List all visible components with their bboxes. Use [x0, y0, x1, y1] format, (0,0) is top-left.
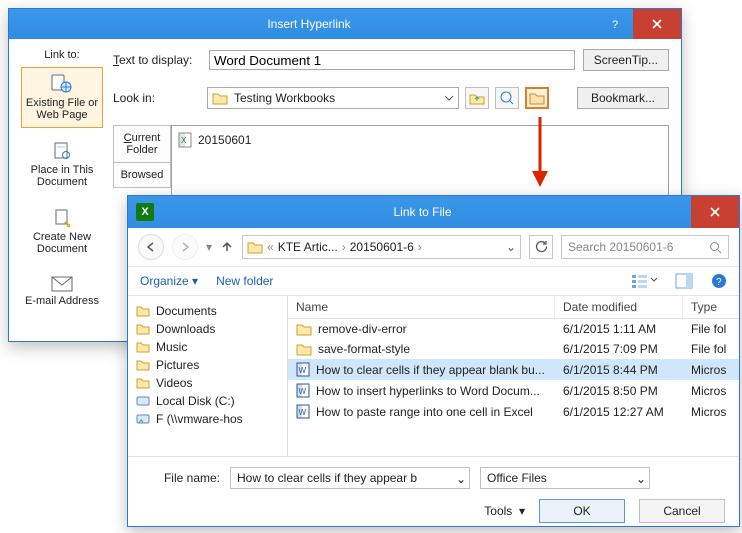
- titlebar[interactable]: X Link to File: [128, 196, 739, 228]
- browse-web-button[interactable]: [495, 87, 519, 109]
- new-folder-button[interactable]: New folder: [216, 274, 273, 288]
- svg-text:?: ?: [716, 277, 722, 288]
- dialog-title: Insert Hyperlink: [19, 17, 599, 31]
- close-button[interactable]: [691, 196, 739, 228]
- subtab-current-folder[interactable]: CurrentFolder Current Folder: [113, 125, 171, 163]
- folder-tree[interactable]: Documents Downloads Music Pictures Video…: [128, 296, 288, 456]
- tab-create-new-document[interactable]: Create New Document: [21, 201, 103, 262]
- ok-button[interactable]: OK: [539, 499, 625, 523]
- column-name[interactable]: Name: [288, 296, 555, 318]
- tools-button[interactable]: Tools ▾: [484, 504, 525, 518]
- refresh-button[interactable]: [529, 235, 553, 259]
- recent-locations-button[interactable]: ▾: [206, 240, 212, 254]
- column-type[interactable]: Type: [683, 296, 739, 318]
- file-item[interactable]: X 20150601: [176, 130, 664, 150]
- svg-text:?: ?: [612, 19, 618, 30]
- tree-node[interactable]: Documents: [136, 302, 279, 320]
- excel-app-icon: X: [136, 203, 154, 221]
- tree-node[interactable]: Local Disk (C:): [136, 392, 279, 410]
- titlebar[interactable]: Insert Hyperlink ?: [9, 9, 681, 39]
- list-item[interactable]: save-format-style 6/1/2015 7:09 PM File …: [288, 339, 739, 359]
- list-item[interactable]: WHow to insert hyperlinks to Word Docum.…: [288, 380, 739, 401]
- help-icon[interactable]: ?: [711, 273, 727, 289]
- file-list[interactable]: Name Date modified Type remove-div-error…: [288, 296, 739, 456]
- tab-place-in-document[interactable]: Place in This Document: [21, 134, 103, 195]
- text-to-display-input[interactable]: [209, 50, 575, 70]
- up-button[interactable]: [220, 240, 234, 254]
- screentip-button[interactable]: ScreenTip...: [583, 49, 669, 71]
- svg-text:W: W: [299, 408, 307, 417]
- column-date[interactable]: Date modified: [555, 296, 683, 318]
- tab-existing-file[interactable]: Existing File or Web Page: [21, 67, 103, 128]
- chevron-down-icon: ⌄: [456, 472, 466, 486]
- close-button[interactable]: [633, 9, 681, 39]
- linkto-label: Link to:: [21, 49, 103, 61]
- toolbar: Organize ▾ New folder ?: [128, 267, 739, 296]
- chevron-down-icon: [444, 93, 454, 103]
- tree-node[interactable]: Downloads: [136, 320, 279, 338]
- chevron-down-icon[interactable]: ⌄: [506, 240, 516, 254]
- search-input[interactable]: Search 20150601-6: [561, 235, 729, 259]
- file-filter-select[interactable]: Office Files ⌄: [480, 467, 650, 489]
- look-in-label: Look in:: [113, 91, 201, 105]
- cancel-button[interactable]: Cancel: [639, 499, 725, 523]
- linkto-sidebar: Link to: Existing File or Web Page Place…: [21, 49, 103, 314]
- tree-node[interactable]: F (\\vmware-hos: [136, 410, 279, 428]
- tree-node[interactable]: Pictures: [136, 356, 279, 374]
- document-target-icon: [52, 141, 72, 161]
- forward-button[interactable]: [172, 234, 198, 260]
- back-button[interactable]: [138, 234, 164, 260]
- tree-node[interactable]: Music: [136, 338, 279, 356]
- view-button[interactable]: [631, 273, 657, 289]
- chevron-down-icon: ⌄: [636, 472, 646, 486]
- svg-text:W: W: [299, 366, 307, 375]
- look-in-select[interactable]: Testing Workbooks: [207, 87, 459, 109]
- nav-row: ▾ « KTE Artic... › 20150601-6 › ⌄ Search…: [128, 228, 739, 267]
- list-item[interactable]: remove-div-error 6/1/2015 1:11 AM File f…: [288, 319, 739, 339]
- organize-button[interactable]: Organize ▾: [140, 274, 198, 288]
- tab-email-address[interactable]: E-mail Address: [21, 269, 103, 314]
- svg-text:X: X: [181, 136, 187, 145]
- list-header[interactable]: Name Date modified Type: [288, 296, 739, 319]
- search-icon: [709, 241, 722, 254]
- excel-file-icon: X: [178, 132, 192, 148]
- subtab-browsed-pages[interactable]: Browsed: [113, 163, 171, 188]
- preview-pane-button[interactable]: [675, 273, 693, 289]
- link-to-file-dialog: X Link to File ▾ « KTE Artic... › 201506…: [127, 195, 740, 527]
- folder-icon: [247, 240, 263, 254]
- help-button[interactable]: ?: [599, 9, 633, 39]
- text-to-display-label: TText to display:ext to display:: [113, 53, 201, 67]
- bookmark-button[interactable]: Bookmark...: [577, 87, 669, 109]
- tree-node[interactable]: Videos: [136, 374, 279, 392]
- browse-file-button[interactable]: [525, 87, 549, 109]
- breadcrumb[interactable]: « KTE Artic... › 20150601-6 › ⌄: [242, 235, 521, 259]
- list-item[interactable]: WHow to paste range into one cell in Exc…: [288, 401, 739, 422]
- globe-file-icon: [51, 74, 73, 94]
- folder-icon: [212, 91, 228, 105]
- filename-input[interactable]: How to clear cells if they appear b ⌄: [230, 467, 470, 489]
- list-item[interactable]: WHow to clear cells if they appear blank…: [288, 359, 739, 380]
- filename-label: File name:: [142, 471, 220, 485]
- new-document-icon: [52, 208, 72, 228]
- up-folder-button[interactable]: [465, 87, 489, 109]
- dialog-title: Link to File: [154, 205, 691, 219]
- envelope-icon: [51, 276, 73, 292]
- svg-text:W: W: [299, 387, 307, 396]
